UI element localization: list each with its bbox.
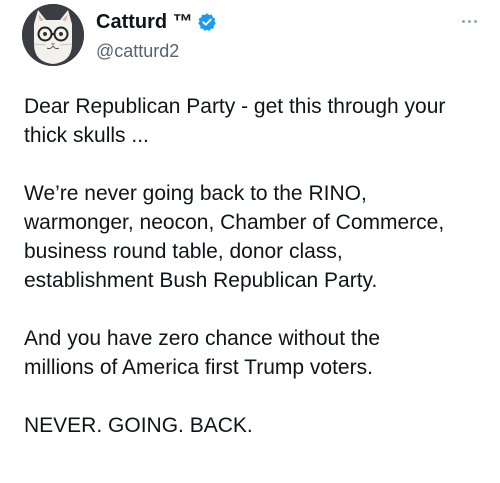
more-horizontal-icon bbox=[467, 19, 471, 23]
verified-badge-icon bbox=[197, 12, 217, 32]
tweet-card: Catturd ™ @catturd2 Dear Republican Part… bbox=[0, 0, 500, 483]
tweet-text: Dear Republican Party - get this through… bbox=[24, 92, 494, 440]
avatar[interactable] bbox=[22, 4, 84, 66]
tweet-paragraph: Dear Republican Party - get this through… bbox=[24, 95, 446, 147]
name-row: Catturd ™ bbox=[96, 10, 217, 34]
more-options-button[interactable] bbox=[456, 12, 482, 30]
more-horizontal-icon bbox=[473, 19, 477, 23]
tweet-header: Catturd ™ @catturd2 bbox=[22, 4, 482, 68]
more-horizontal-icon bbox=[461, 19, 465, 23]
user-handle[interactable]: @catturd2 bbox=[96, 40, 179, 62]
tweet-paragraph: We’re never going back to the RINO, warm… bbox=[24, 182, 445, 292]
tweet-paragraph: And you have zero chance without the mil… bbox=[24, 327, 381, 379]
tweet-paragraph: NEVER. GOING. BACK. bbox=[24, 414, 253, 437]
cat-with-glasses-avatar-icon bbox=[22, 4, 84, 66]
display-name[interactable]: Catturd ™ bbox=[96, 10, 193, 34]
